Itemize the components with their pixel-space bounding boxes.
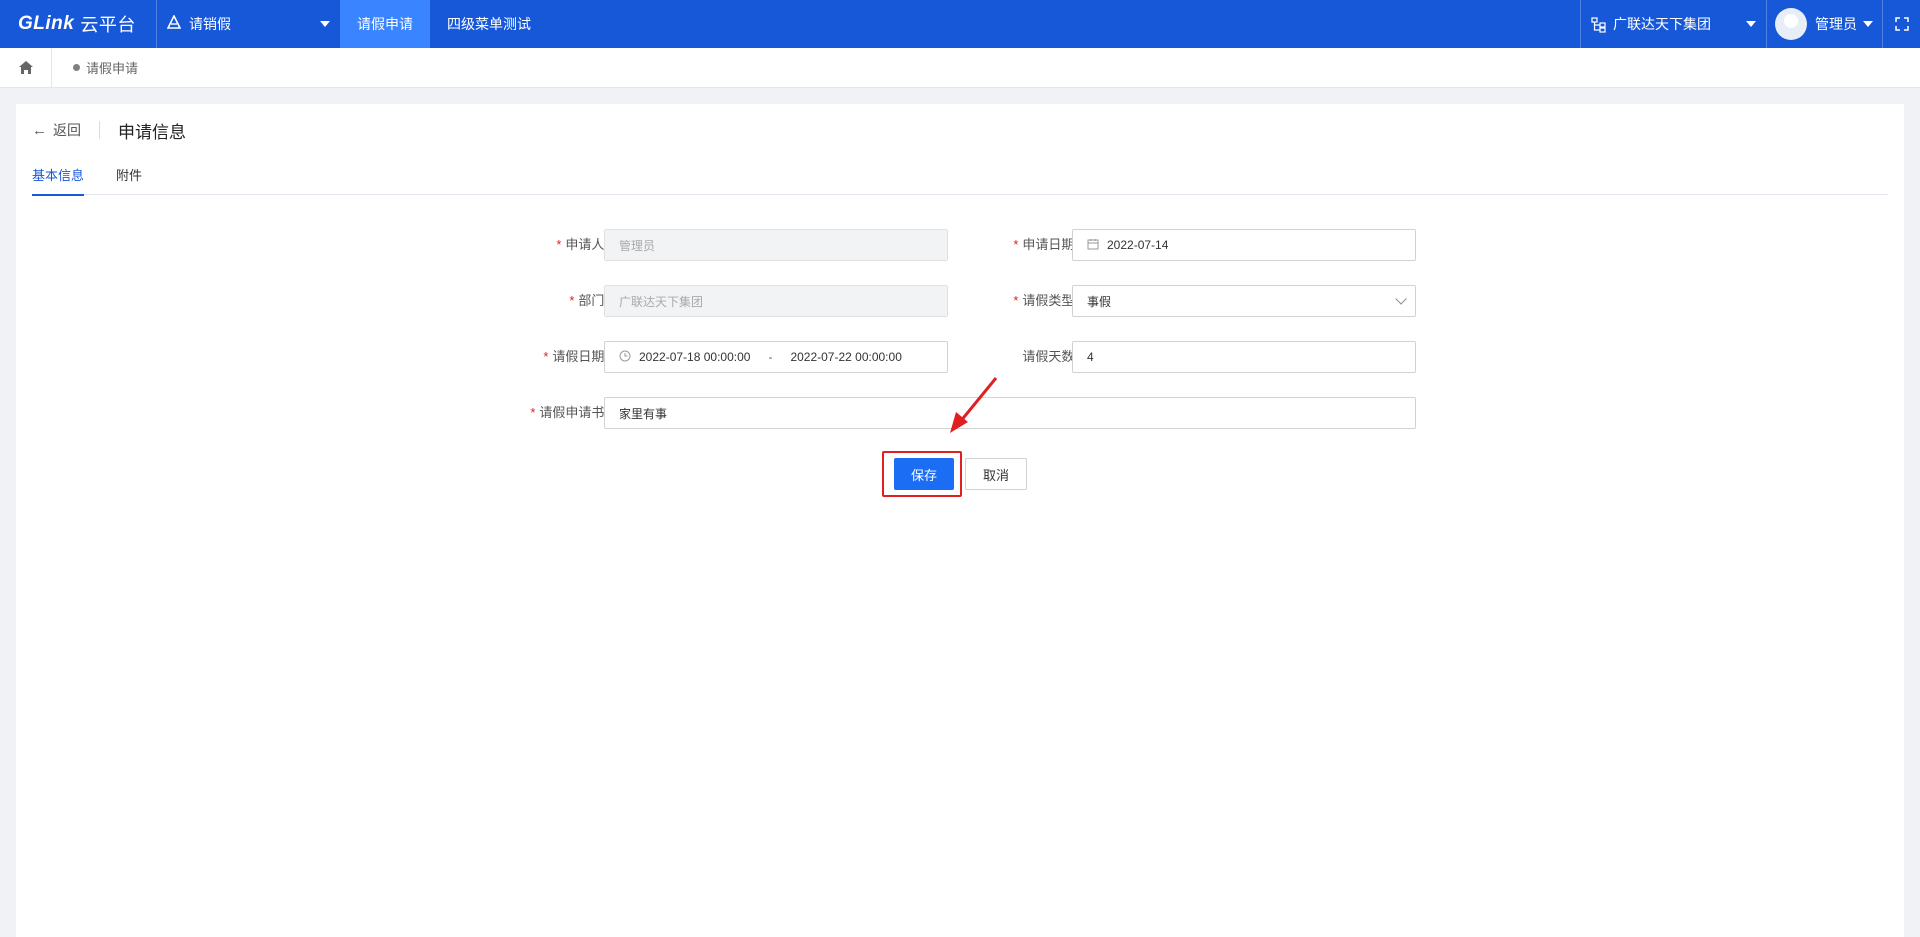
- avatar: [1775, 8, 1807, 40]
- department-field: 广联达天下集团: [604, 285, 948, 317]
- apply-date-value: 2022-07-14: [1107, 238, 1169, 252]
- applicant-label: * 申请人:: [556, 237, 608, 252]
- menu-level4-test[interactable]: 四级菜单测试: [430, 0, 548, 48]
- required-mark: *: [569, 293, 575, 308]
- fullscreen-button[interactable]: [1882, 0, 1920, 48]
- home-icon: [18, 61, 33, 74]
- menu-leave-apply[interactable]: 请假申请: [340, 0, 430, 48]
- cancel-label: 取消: [982, 467, 1009, 483]
- app-icon: [166, 14, 182, 33]
- tab-attachments[interactable]: 附件: [116, 156, 142, 195]
- back-button[interactable]: ← 返回: [32, 121, 100, 139]
- save-button[interactable]: 保存: [894, 458, 954, 490]
- menu-label: 请假申请: [357, 16, 413, 32]
- leave-type-select[interactable]: 事假: [1072, 285, 1416, 317]
- content-card: ← 返回 申请信息 基本信息 附件 * 申请人: 管理员 * 申请日期: 2022-…: [16, 104, 1904, 937]
- breadcrumb: 请假申请: [0, 47, 1920, 88]
- caret-down-icon: [1863, 21, 1873, 27]
- home-button[interactable]: [0, 47, 52, 88]
- save-label: 保存: [910, 467, 937, 483]
- leave-end-value: 2022-07-22 00:00:00: [790, 350, 902, 364]
- reason-value: 家里有事: [619, 406, 668, 421]
- leave-type-value: 事假: [1087, 294, 1112, 309]
- required-mark: *: [530, 405, 536, 420]
- department-label: * 部门:: [569, 293, 608, 308]
- logo-subtitle: 云平台: [80, 15, 136, 35]
- tab-label: 基本信息: [32, 167, 85, 183]
- org-tree-icon: [1591, 17, 1606, 33]
- leave-period-label: * 请假日期:: [543, 349, 608, 364]
- leave-days-label: 请假天数:: [1022, 349, 1078, 364]
- page-title: 申请信息: [118, 122, 186, 142]
- cancel-button[interactable]: 取消: [965, 458, 1027, 490]
- arrow-left-icon: ←: [32, 121, 47, 139]
- range-separator: -: [768, 350, 773, 364]
- required-mark: *: [543, 349, 549, 364]
- applicant-field: 管理员: [604, 229, 948, 261]
- menu-label: 四级菜单测试: [447, 16, 531, 32]
- breadcrumb-tab-leave-apply[interactable]: 请假申请: [73, 58, 138, 77]
- department-value: 广联达天下集团: [619, 294, 704, 309]
- caret-down-icon: [1746, 21, 1756, 27]
- page-header: ← 返回 申请信息: [32, 118, 186, 142]
- tab-label: 附件: [116, 167, 143, 183]
- reason-input[interactable]: 家里有事: [604, 397, 1416, 429]
- top-navigation-bar: GLink 云平台 请销假 请假申请 四级菜单测试 广联达天下集团 管理员: [0, 0, 1920, 48]
- required-mark: *: [556, 237, 562, 252]
- leave-start-value: 2022-07-18 00:00:00: [639, 350, 751, 364]
- tab-dot-icon: [73, 64, 80, 71]
- user-menu[interactable]: 管理员: [1766, 0, 1882, 48]
- required-mark: *: [1013, 293, 1019, 308]
- tab-basic-info[interactable]: 基本信息: [32, 156, 85, 196]
- back-label: 返回: [53, 122, 81, 138]
- app-switcher[interactable]: 请销假: [156, 0, 340, 48]
- leave-days-value: 4: [1087, 350, 1094, 364]
- apply-date-label: * 申请日期:: [1013, 237, 1078, 252]
- user-name: 管理员: [1815, 16, 1857, 32]
- reason-label: * 请假申请书:: [530, 405, 608, 420]
- clock-icon: [619, 350, 631, 365]
- leave-days-input[interactable]: 4: [1072, 341, 1416, 373]
- applicant-value: 管理员: [619, 238, 656, 253]
- chevron-down-icon: [1395, 293, 1407, 305]
- tab-bar: 基本信息 附件: [32, 156, 1888, 196]
- org-name: 广联达天下集团: [1613, 16, 1711, 32]
- apply-date-picker[interactable]: 2022-07-14: [1072, 229, 1416, 261]
- leave-period-range-picker[interactable]: 2022-07-18 00:00:00 - 2022-07-22 00:00:0…: [604, 341, 948, 373]
- caret-down-icon: [320, 21, 330, 27]
- calendar-icon: [1087, 238, 1099, 253]
- leave-type-label: * 请假类型:: [1013, 293, 1078, 308]
- logo-text: GLink: [18, 13, 75, 34]
- fullscreen-icon: [1894, 17, 1909, 31]
- required-mark: *: [1013, 237, 1019, 252]
- app-name: 请销假: [189, 16, 231, 32]
- org-switcher[interactable]: 广联达天下集团: [1580, 0, 1766, 48]
- breadcrumb-label: 请假申请: [86, 61, 139, 76]
- platform-logo[interactable]: GLink 云平台: [0, 0, 156, 48]
